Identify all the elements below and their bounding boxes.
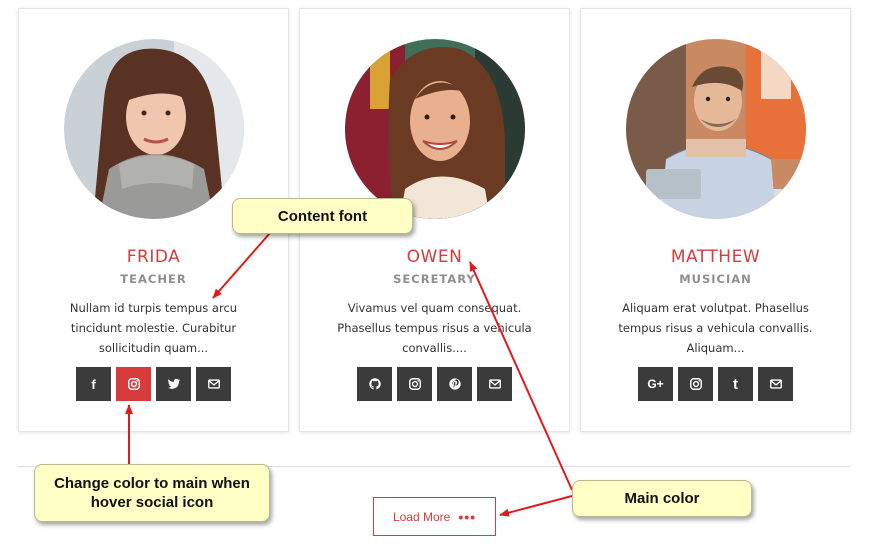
member-description: Aliquam erat volutpat. Phasellus tempus …: [618, 301, 813, 355]
twitter-icon[interactable]: [156, 367, 191, 401]
member-name: OWEN: [406, 247, 463, 267]
member-description: Vivamus vel quam consequat. Phasellus te…: [337, 301, 532, 355]
load-more-label: Load More: [392, 509, 451, 524]
portrait-image: [626, 39, 806, 219]
team-card-matthew: MATTHEW MUSICIAN Aliquam erat volutpat. …: [580, 8, 851, 432]
callout-hover-social: Change color to main when hover social i…: [34, 464, 270, 522]
member-name: MATTHEW: [670, 247, 761, 267]
member-role: MUSICIAN: [679, 272, 752, 286]
portrait-image: [64, 39, 244, 219]
load-more-button[interactable]: Load More •••: [373, 497, 496, 536]
portrait-image: [345, 39, 525, 219]
avatar: [626, 39, 806, 219]
google-plus-icon[interactable]: G+: [638, 367, 673, 401]
social-links: f: [19, 367, 288, 401]
pinterest-icon[interactable]: [437, 367, 472, 401]
member-description: Nullam id turpis tempus arcu tincidunt m…: [69, 301, 238, 355]
callout-content-font: Content font: [232, 198, 413, 234]
member-role: TEACHER: [120, 272, 187, 286]
mail-icon[interactable]: [758, 367, 793, 401]
mail-icon[interactable]: [196, 367, 231, 401]
member-name: FRIDA: [126, 247, 181, 267]
tumblr-icon[interactable]: t: [718, 367, 753, 401]
facebook-icon[interactable]: f: [76, 367, 111, 401]
member-role: SECRETARY: [393, 272, 476, 286]
more-dots-icon: •••: [458, 508, 477, 525]
github-icon[interactable]: [357, 367, 392, 401]
instagram-icon[interactable]: [397, 367, 432, 401]
arrow-main-color-button: [499, 495, 573, 517]
instagram-icon[interactable]: [678, 367, 713, 401]
instagram-icon[interactable]: [116, 367, 151, 401]
callout-main-color: Main color: [572, 480, 752, 517]
social-links: [300, 367, 569, 401]
avatar: [64, 39, 244, 219]
social-links: G+ t: [581, 367, 850, 401]
avatar: [345, 39, 525, 219]
mail-icon[interactable]: [477, 367, 512, 401]
